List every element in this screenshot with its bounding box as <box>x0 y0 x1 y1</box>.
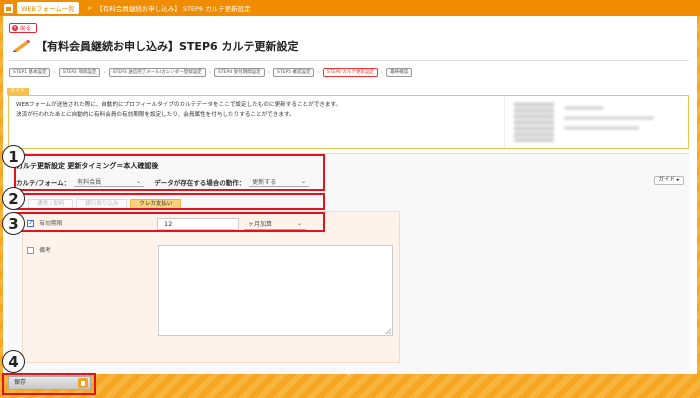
breadcrumb-bar: WEBフォーム一覧 > 【有料会員継続お申し込み】 STEP6 カルテ更新設定 <box>0 0 700 16</box>
step-5[interactable]: STEP5 確認設定 <box>273 68 315 77</box>
step-4[interactable]: STEP4 受付期間設定 <box>214 68 265 77</box>
save-button-label: 保存 <box>14 379 27 386</box>
panel-pointer <box>344 370 354 375</box>
back-button[interactable]: × 戻る <box>9 23 37 33</box>
qr-code-image <box>514 102 554 142</box>
annotation-box-1 <box>14 154 325 191</box>
resize-handle-icon[interactable] <box>385 328 391 334</box>
annotation-box-2 <box>14 193 325 210</box>
back-button-label: 戻る <box>20 26 32 32</box>
breadcrumb-current: 【有料会員継続お申し込み】 STEP6 カルテ更新設定 <box>96 5 251 13</box>
annotation-box-3 <box>14 212 325 232</box>
annotation-number-2: 2 <box>2 187 25 210</box>
annotation-number-3: 3 <box>2 212 25 235</box>
page-title-text: 【有料会員継続お申し込み】STEP6 カルテ更新設定 <box>36 40 299 53</box>
step-2[interactable]: STEP2 項目設定 <box>58 68 101 77</box>
guide-line-1: WEBフォームが送信された際に、自動的にプロフィールタイプのカルテデータをここで… <box>16 102 342 108</box>
step-3[interactable]: STEP3 送信完了メール/カレンダー登録設定 <box>108 68 206 77</box>
close-icon: × <box>12 25 18 31</box>
step-1[interactable]: STEP1 基本設定 <box>9 68 51 77</box>
step-navigation: STEP1 基本設定 › STEP2 項目設定 › STEP3 送信完了メール/… <box>9 68 413 77</box>
note-field: 備考 <box>27 245 51 254</box>
note-checkbox[interactable] <box>27 246 34 254</box>
lock-icon <box>78 378 88 388</box>
annotation-number-1: 1 <box>2 145 25 168</box>
save-button[interactable]: 保存 <box>8 376 91 390</box>
blurred-text <box>564 116 654 120</box>
home-icon[interactable] <box>4 3 13 13</box>
chevron-right-icon: › <box>317 69 320 76</box>
chevron-right-icon: › <box>53 69 56 76</box>
chevron-right-icon: › <box>380 69 384 76</box>
blurred-text <box>564 126 639 130</box>
title-divider <box>9 60 689 61</box>
page-title: 【有料会員継続お申し込み】STEP6 カルテ更新設定 <box>12 38 298 54</box>
step-6[interactable]: STEP6 カルテ更新設定 <box>322 68 378 77</box>
step-final[interactable]: 最終確認 <box>386 68 413 77</box>
chevron-right-icon: › <box>208 69 212 76</box>
breadcrumb-form-list[interactable]: WEBフォーム一覧 <box>17 2 79 14</box>
blurred-text <box>564 106 604 110</box>
guide-text: WEBフォームが送信された際に、自動的にプロフィールタイプのカルテデータをここで… <box>16 100 496 120</box>
note-label: 備考 <box>39 248 51 254</box>
breadcrumb-separator: > <box>86 4 93 12</box>
guide-button[interactable]: ガイド ▸ <box>654 176 684 185</box>
guide-tab: ガイド <box>7 88 29 95</box>
chevron-right-icon: › <box>103 69 106 76</box>
note-textarea[interactable] <box>158 245 393 336</box>
guide-line-2: 決済が行われたあとに自動的に有料会員の有効期限を設定したり、会員属性を付与したり… <box>16 112 295 118</box>
annotation-number-4: 4 <box>2 350 25 373</box>
pencil-icon <box>13 40 30 52</box>
chevron-right-icon: › <box>267 69 271 76</box>
